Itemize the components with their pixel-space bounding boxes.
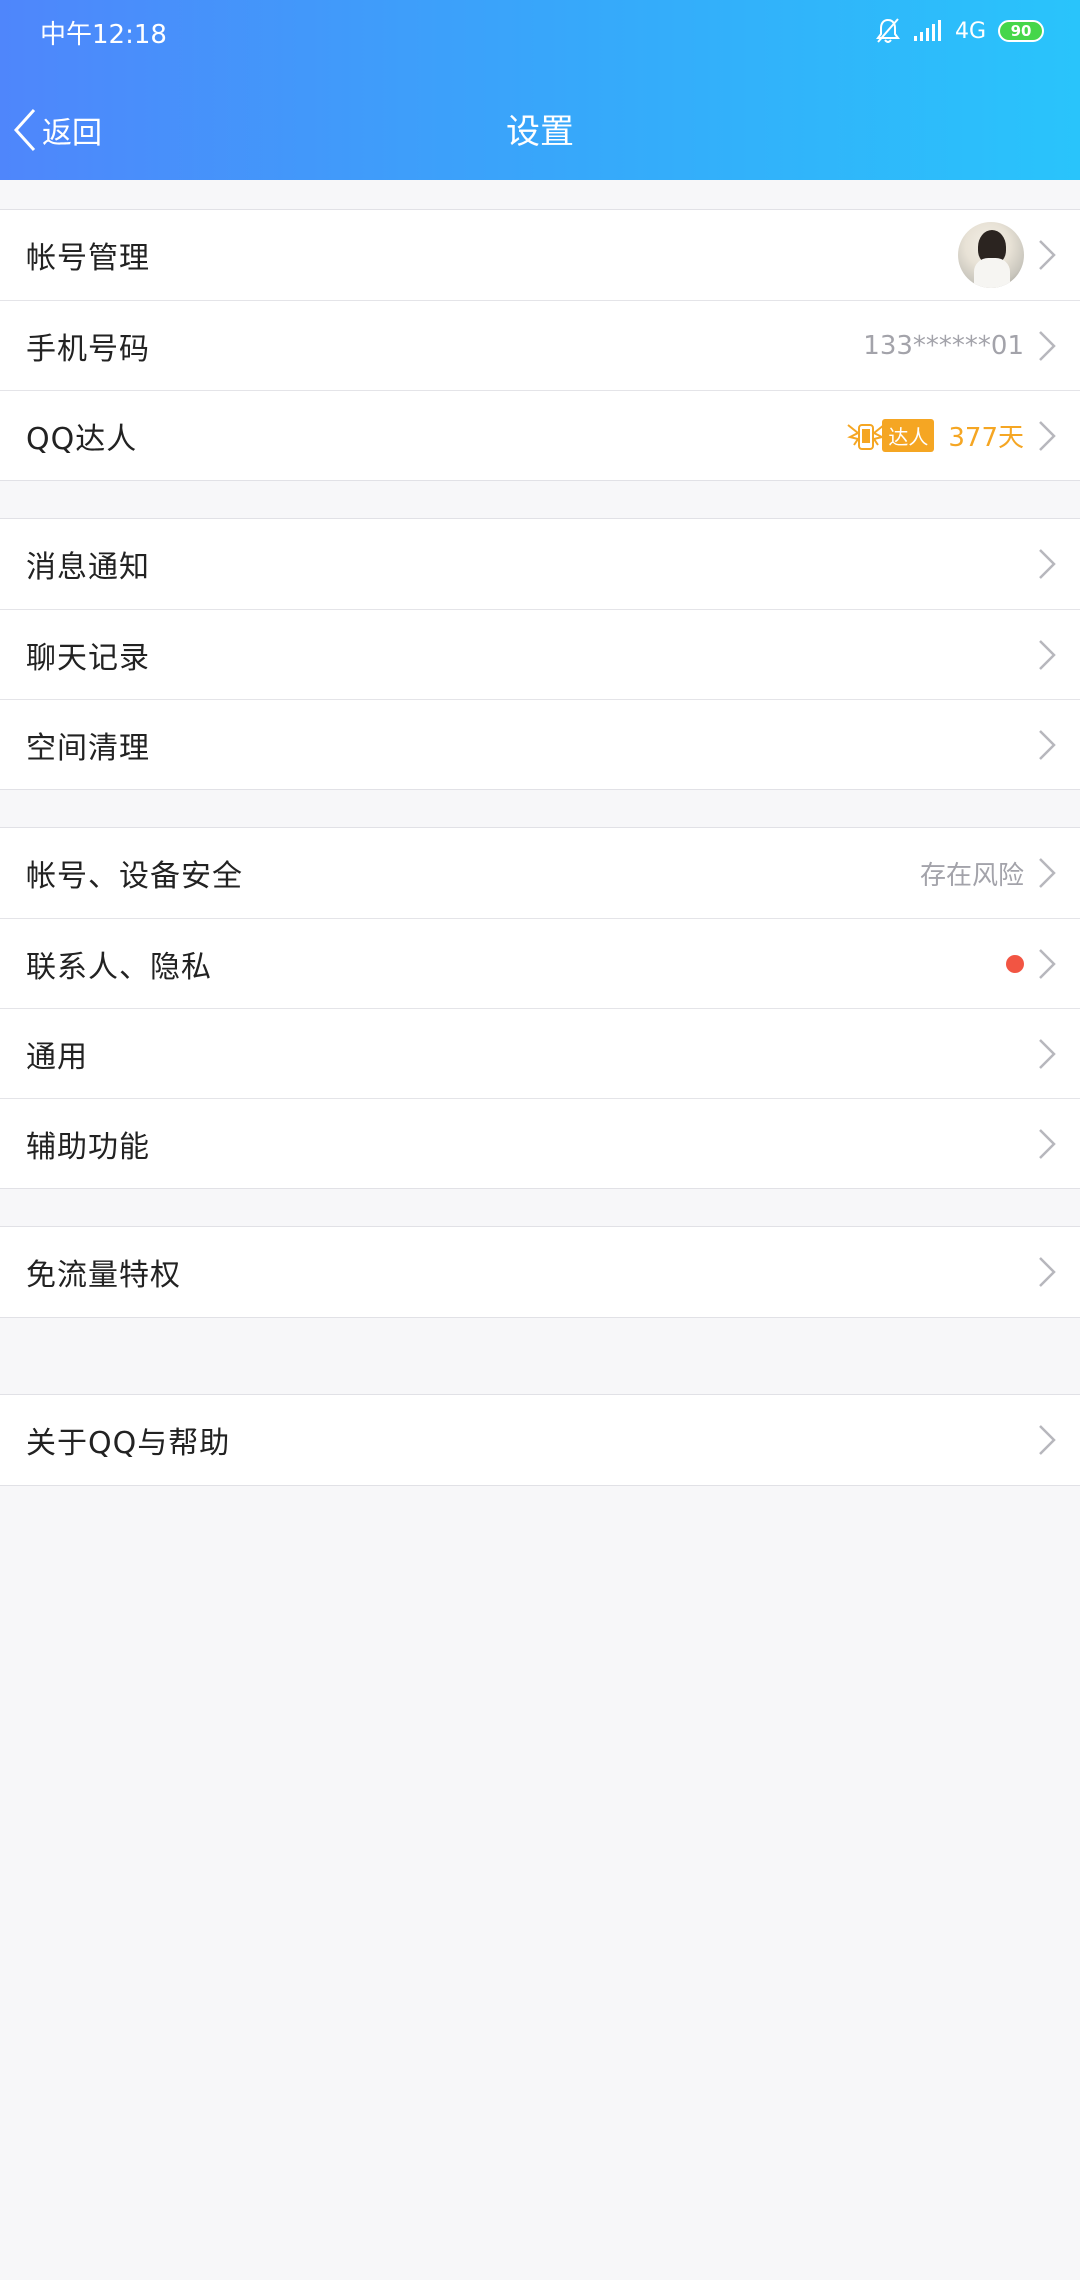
winged-phone-icon bbox=[847, 423, 886, 450]
row-label: 免流量特权 bbox=[26, 1258, 181, 1293]
row-label: QQ达人 bbox=[26, 421, 138, 457]
row-storage-cleanup[interactable]: 空间清理 bbox=[0, 699, 1080, 789]
row-label: 通用 bbox=[26, 1039, 88, 1075]
row-contacts-privacy[interactable]: 联系人、隐私 bbox=[0, 918, 1080, 1008]
status-icons: 4G 90 bbox=[875, 14, 1044, 48]
row-qq-daren[interactable]: QQ达人 达人 377天 bbox=[0, 390, 1080, 480]
row-label: 辅助功能 bbox=[26, 1129, 150, 1165]
header-bar: 中午12:18 4G 90 返回 设置 bbox=[0, 0, 1080, 180]
chevron-right-icon bbox=[1039, 330, 1056, 361]
row-message-notification[interactable]: 消息通知 bbox=[0, 519, 1080, 609]
row-general[interactable]: 通用 bbox=[0, 1008, 1080, 1098]
row-accessibility[interactable]: 辅助功能 bbox=[0, 1098, 1080, 1188]
settings-group-messages: 消息通知 聊天记录 空间清理 bbox=[0, 518, 1080, 790]
row-about-help[interactable]: 关于QQ与帮助 bbox=[0, 1395, 1080, 1485]
chevron-right-icon bbox=[1039, 858, 1056, 888]
row-phone-number[interactable]: 手机号码 133******01 bbox=[0, 300, 1080, 390]
page-title: 设置 bbox=[506, 112, 574, 152]
chevron-right-icon bbox=[1039, 240, 1056, 270]
chevron-right-icon bbox=[1039, 1038, 1056, 1069]
chevron-right-icon bbox=[1039, 1257, 1056, 1287]
row-label: 联系人、隐私 bbox=[26, 949, 212, 985]
chevron-right-icon bbox=[1039, 639, 1056, 670]
row-label: 关于QQ与帮助 bbox=[26, 1426, 231, 1461]
avatar bbox=[958, 222, 1024, 288]
row-label: 消息通知 bbox=[26, 550, 150, 585]
mute-bell-icon bbox=[875, 17, 901, 45]
signal-icon bbox=[913, 20, 943, 42]
settings-group-about: 关于QQ与帮助 bbox=[0, 1394, 1080, 1486]
row-label: 空间清理 bbox=[26, 730, 150, 766]
daren-tag: 达人 bbox=[882, 419, 935, 452]
daren-days: 377天 bbox=[948, 423, 1024, 453]
settings-group-data-privilege: 免流量特权 bbox=[0, 1226, 1080, 1318]
battery-level: 90 bbox=[1010, 22, 1032, 40]
row-account-management[interactable]: 帐号管理 bbox=[0, 210, 1080, 300]
security-status: 存在风险 bbox=[919, 860, 1024, 891]
row-chat-history[interactable]: 聊天记录 bbox=[0, 609, 1080, 699]
row-label: 聊天记录 bbox=[26, 640, 150, 676]
daren-badge: 达人 bbox=[846, 419, 935, 453]
row-free-data-privilege[interactable]: 免流量特权 bbox=[0, 1227, 1080, 1317]
chevron-right-icon bbox=[1039, 1128, 1056, 1159]
chevron-right-icon bbox=[1039, 1425, 1056, 1455]
row-label: 手机号码 bbox=[26, 331, 150, 367]
settings-group-security: 帐号、设备安全 存在风险 联系人、隐私 通用 辅助功能 bbox=[0, 827, 1080, 1189]
battery-icon: 90 bbox=[998, 20, 1044, 42]
row-label: 帐号、设备安全 bbox=[26, 859, 243, 894]
chevron-right-icon bbox=[1039, 549, 1056, 579]
phone-value: 133******01 bbox=[863, 330, 1024, 361]
notification-dot bbox=[1006, 954, 1024, 973]
settings-group-account: 帐号管理 手机号码 133******01 QQ达人 达人 377天 bbox=[0, 209, 1080, 481]
chevron-right-icon bbox=[1039, 948, 1056, 979]
status-time: 中午12:18 bbox=[40, 20, 167, 50]
chevron-right-icon bbox=[1039, 729, 1056, 760]
row-account-device-security[interactable]: 帐号、设备安全 存在风险 bbox=[0, 828, 1080, 918]
row-label: 帐号管理 bbox=[26, 241, 150, 276]
network-type: 4G bbox=[954, 18, 986, 44]
chevron-right-icon bbox=[1039, 420, 1056, 451]
